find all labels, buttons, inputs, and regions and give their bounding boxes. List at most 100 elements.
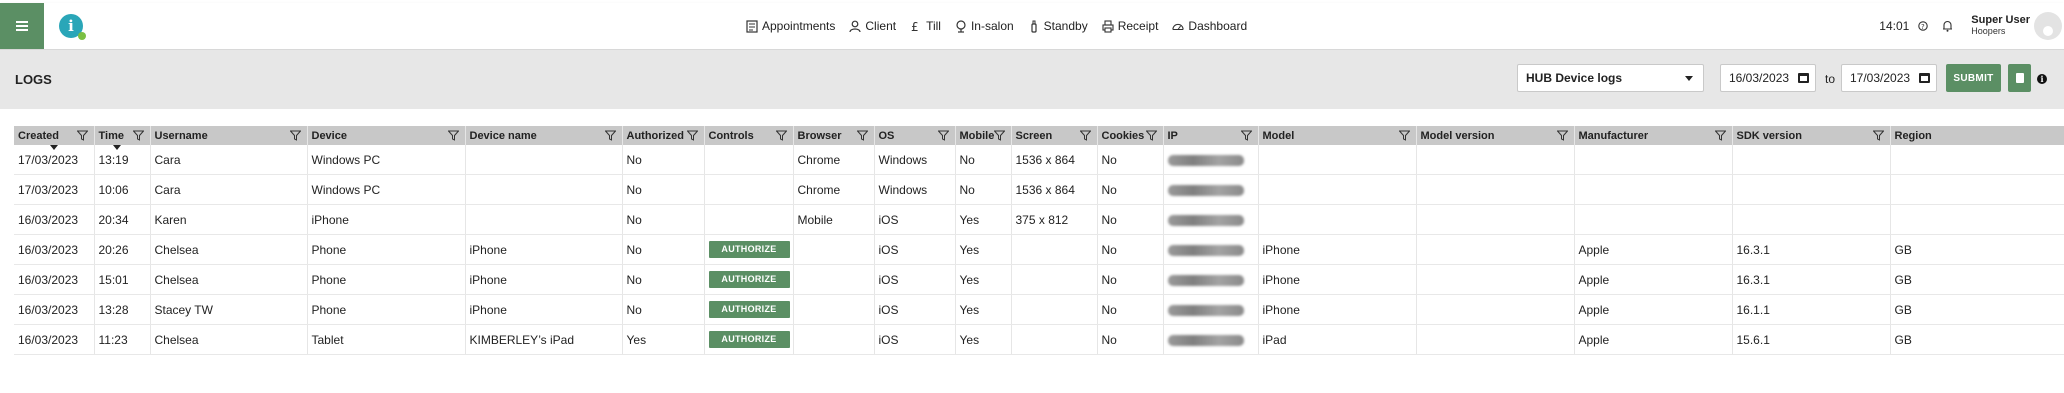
avatar[interactable] — [2034, 12, 2062, 40]
column-header[interactable]: Device name — [465, 126, 623, 145]
app-logo[interactable]: i — [59, 14, 86, 40]
cell-cookies: No — [1097, 324, 1164, 355]
column-header[interactable]: Device — [307, 126, 466, 145]
date-to-input[interactable]: 17/03/2023 — [1841, 64, 1937, 92]
redacted-ip — [1167, 244, 1244, 256]
cell-model-version — [1416, 204, 1575, 235]
nav-label: Receipt — [1117, 19, 1159, 33]
column-header[interactable]: Screen — [1011, 126, 1098, 145]
nav-dashboard[interactable]: Dashboard — [1172, 19, 1247, 33]
cell-controls: AUTHORIZE — [704, 324, 794, 355]
filter-icon[interactable] — [1872, 130, 1884, 141]
cell-ip-redacted — [1163, 204, 1259, 235]
table-row[interactable]: 17/03/2023 13:19 Cara Windows PC No Chrome Win… — [14, 145, 2064, 175]
calendar-icon[interactable] — [1919, 73, 1930, 83]
nav-till[interactable]: £ Till — [910, 19, 941, 33]
cell-authorized: No — [622, 264, 705, 295]
cell-model: iPhone — [1258, 234, 1417, 265]
table-row[interactable]: 16/03/2023 20:26 Chelsea Phone iPhone No AUTHO… — [14, 234, 2064, 265]
table-row[interactable]: 16/03/2023 15:01 Chelsea Phone iPhone No AUTHO… — [14, 264, 2064, 295]
column-header[interactable]: SDK version — [1732, 126, 1891, 145]
nav-client[interactable]: Client — [849, 19, 896, 33]
log-type-select[interactable]: HUB Device logs — [1517, 64, 1704, 92]
column-header[interactable]: Created — [14, 126, 95, 150]
cell-time: 20:34 — [94, 204, 151, 235]
nav-appointments[interactable]: Appointments — [746, 19, 835, 33]
nav-in-salon[interactable]: In-salon — [955, 19, 1014, 33]
nav-standby[interactable]: Standby — [1028, 19, 1088, 33]
user-name: Super User — [1971, 14, 2030, 26]
filter-icon[interactable] — [993, 130, 1005, 141]
sort-down-icon[interactable] — [50, 145, 58, 150]
cell-created: 17/03/2023 — [14, 174, 95, 205]
column-header[interactable]: Cookies — [1097, 126, 1164, 145]
filter-icon[interactable] — [1145, 130, 1157, 141]
filter-icon[interactable] — [132, 130, 144, 141]
column-header[interactable]: Authorized — [622, 126, 705, 145]
filter-icon[interactable] — [775, 130, 787, 141]
column-header[interactable]: Time — [94, 126, 151, 150]
filter-icon[interactable] — [1240, 130, 1252, 141]
cell-time: 20:26 — [94, 234, 151, 265]
authorize-button[interactable]: AUTHORIZE — [708, 271, 790, 288]
bell-icon[interactable] — [1941, 20, 1953, 32]
table-row[interactable]: 16/03/2023 11:23 Chelsea Tablet KIMBERLEY’s … — [14, 324, 2064, 355]
column-header[interactable]: IP — [1163, 126, 1259, 145]
cell-screen — [1011, 294, 1098, 325]
table-row[interactable]: 16/03/2023 13:28 Stacey TW Phone iPhone No AUT… — [14, 294, 2064, 325]
column-header[interactable]: Controls — [704, 126, 794, 145]
cell-model: iPhone — [1258, 264, 1417, 295]
column-header[interactable]: Region — [1890, 126, 2064, 145]
filter-icon[interactable] — [1398, 130, 1410, 141]
filter-icon[interactable] — [289, 130, 301, 141]
column-header[interactable]: Username — [150, 126, 308, 145]
filter-icon[interactable] — [686, 130, 698, 141]
redacted-ip — [1167, 154, 1244, 166]
cell-device-name — [465, 204, 623, 235]
filter-icon[interactable] — [604, 130, 616, 141]
nav-receipt[interactable]: Receipt — [1102, 19, 1159, 33]
column-header-label: Device — [311, 129, 347, 142]
column-header-label: Model version — [1420, 129, 1495, 142]
table-row[interactable]: 16/03/2023 20:34 Karen iPhone No Mobile iOS Yes… — [14, 204, 2064, 235]
cell-browser: Chrome — [793, 174, 875, 205]
sort-down-icon[interactable] — [112, 145, 121, 150]
filter-icon[interactable] — [1714, 130, 1726, 141]
column-header[interactable]: OS — [874, 126, 956, 145]
authorize-button[interactable]: AUTHORIZE — [708, 331, 790, 348]
export-button[interactable] — [2008, 64, 2031, 92]
hamburger-menu-button[interactable] — [0, 3, 44, 49]
cell-screen: 375 x 812 — [1011, 204, 1098, 235]
table-header-row: Created Time Username Device Device name Auth… — [14, 126, 2064, 150]
filter-icon[interactable] — [1556, 130, 1568, 141]
nav-label: Standby — [1043, 19, 1088, 33]
column-header[interactable]: Model — [1258, 126, 1417, 145]
calendar-icon[interactable] — [1798, 73, 1809, 83]
filter-icon[interactable] — [1079, 130, 1091, 141]
cell-created: 16/03/2023 — [14, 234, 95, 265]
user-salon: Hoopers — [1971, 26, 2006, 36]
filter-icon[interactable] — [447, 130, 459, 141]
column-header[interactable]: Mobile — [955, 126, 1012, 145]
column-header[interactable]: Browser — [793, 126, 875, 145]
filter-icon[interactable] — [76, 130, 88, 141]
column-header[interactable]: Manufacturer — [1574, 126, 1733, 145]
table-row[interactable]: 17/03/2023 10:06 Cara Windows PC No Chrome Win… — [14, 174, 2064, 205]
filter-icon[interactable] — [856, 130, 868, 141]
cell-username: Chelsea — [150, 234, 308, 265]
cell-cookies: No — [1097, 234, 1164, 265]
column-header[interactable]: Model version — [1416, 126, 1575, 145]
log-type-value: HUB Device logs — [1526, 71, 1623, 85]
date-from-input[interactable]: 16/03/2023 — [1720, 64, 1816, 92]
cell-authorized: No — [622, 234, 705, 265]
cell-manufacturer: Apple — [1574, 234, 1733, 265]
filter-icon[interactable] — [937, 130, 949, 141]
cell-device: Tablet — [307, 324, 466, 355]
user-info[interactable]: Super User Hoopers — [1971, 15, 2030, 37]
authorize-button[interactable]: AUTHORIZE — [708, 301, 790, 318]
cell-ip-redacted — [1163, 324, 1259, 355]
info-icon[interactable]: i — [2037, 74, 2047, 84]
help-icon[interactable]: ? — [1917, 20, 1929, 32]
submit-button[interactable]: SUBMIT — [1946, 64, 2001, 92]
authorize-button[interactable]: AUTHORIZE — [708, 241, 790, 258]
